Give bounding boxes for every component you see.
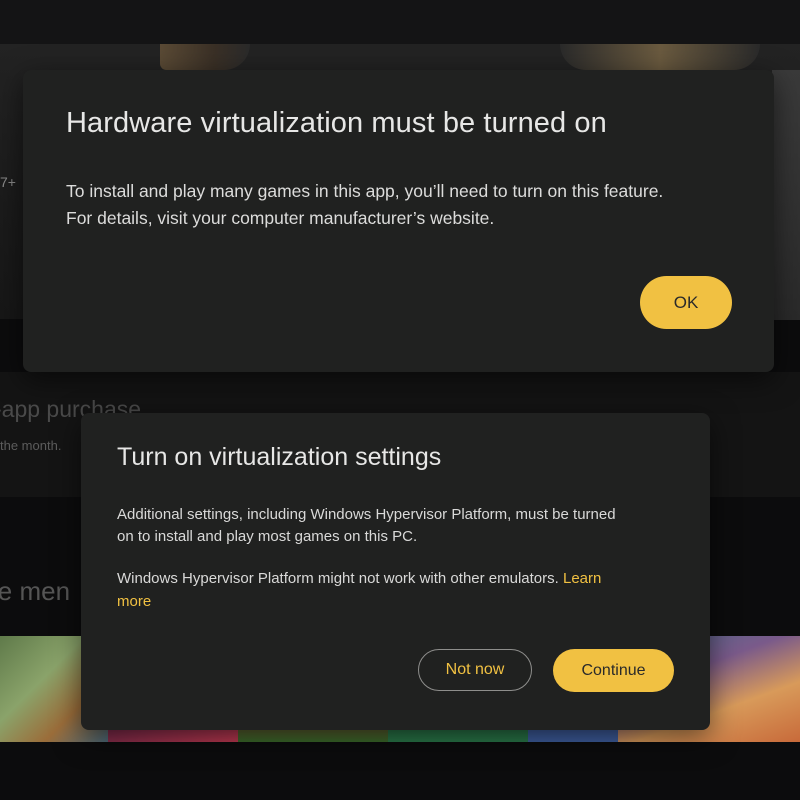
dialog-paragraph-line: Additional settings, including Windows H…: [117, 506, 616, 523]
hero-edge: [772, 70, 800, 320]
app-top-bar: [0, 0, 800, 44]
ok-button[interactable]: OK: [640, 276, 732, 329]
hardware-virtualization-dialog: Hardware virtualization must be turned o…: [23, 70, 774, 372]
dialog-body: To install and play many games in this a…: [66, 178, 746, 232]
dialog-paragraph-line: on to install and play most games on thi…: [117, 528, 418, 545]
games-section-title: le men: [0, 576, 71, 606]
age-rating-fragment: 7+: [0, 174, 16, 190]
dialog-paragraph-line: Windows Hypervisor Platform might not wo…: [117, 567, 677, 590]
dialog-body-line: To install and play many games in this a…: [66, 181, 664, 201]
continue-button[interactable]: Continue: [553, 649, 674, 692]
dialog-paragraph: Windows Hypervisor Platform might not wo…: [117, 567, 677, 613]
hero-artwork: [160, 44, 250, 70]
in-app-purchase-subtitle: the month.: [0, 438, 62, 453]
emulator-warning-text: Windows Hypervisor Platform might not wo…: [117, 570, 559, 587]
dialog-paragraph: Additional settings, including Windows H…: [117, 504, 677, 548]
virtualization-settings-dialog: Turn on virtualization settings Addition…: [81, 413, 710, 730]
not-now-button[interactable]: Not now: [418, 649, 532, 691]
dialog-title: Hardware virtualization must be turned o…: [66, 107, 607, 139]
learn-more-link[interactable]: Learn: [563, 570, 601, 587]
dialog-body-line: For details, visit your computer manufac…: [66, 208, 495, 228]
dialog-title: Turn on virtualization settings: [117, 443, 442, 471]
app-bottom-area: [0, 742, 800, 800]
hero-artwork-right: [560, 44, 760, 70]
learn-more-link-continued[interactable]: more: [117, 590, 677, 613]
